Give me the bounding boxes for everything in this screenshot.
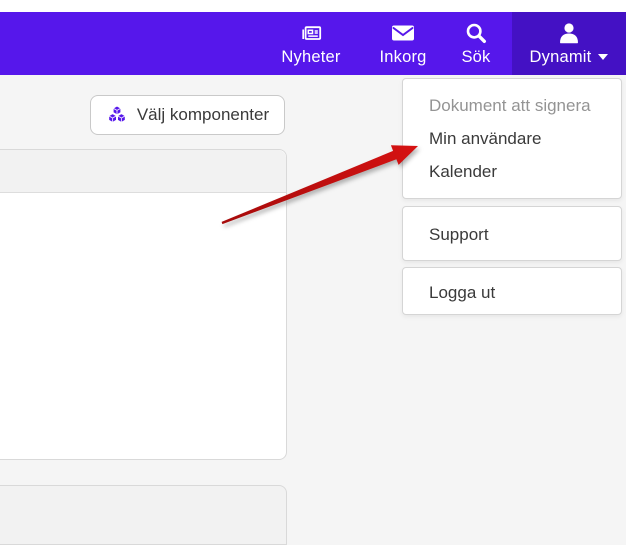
search-icon [465, 21, 487, 45]
nav-item-inkorg[interactable]: Inkorg [365, 12, 441, 75]
menu-item-dokument-att-signera[interactable]: Dokument att signera [403, 89, 621, 122]
menu-item-min-anvandare[interactable]: Min användare [403, 122, 621, 155]
cubes-icon [106, 105, 128, 125]
top-navbar: Nyheter Inkorg Sök Dynamit [0, 12, 626, 75]
user-icon [558, 21, 580, 45]
user-dropdown-menu-group-3: Logga ut [402, 267, 622, 315]
nav-item-dynamit-user-menu[interactable]: Dynamit [512, 12, 626, 75]
content-panel-lower-header [0, 485, 287, 545]
nav-label-nyheter: Nyheter [281, 49, 340, 66]
user-dropdown-menu: Dokument att signera Min användare Kalen… [402, 78, 622, 199]
chevron-down-icon [598, 54, 608, 60]
content-panel-header [0, 150, 286, 193]
nav-label-dynamit: Dynamit [530, 49, 592, 66]
envelope-icon [391, 21, 415, 45]
nav-item-nyheter[interactable]: Nyheter [269, 12, 353, 75]
app-page: { "navbar": { "items": [ {"label": "Nyhe… [0, 0, 626, 513]
content-panel [0, 149, 287, 460]
choose-components-button[interactable]: Välj komponenter [90, 95, 285, 135]
menu-item-support[interactable]: Support [403, 218, 621, 251]
nav-label-inkorg: Inkorg [379, 49, 426, 66]
newspaper-icon [299, 21, 323, 45]
menu-item-kalender[interactable]: Kalender [403, 155, 621, 188]
nav-label-sok: Sök [461, 49, 490, 66]
choose-components-label: Välj komponenter [137, 105, 269, 125]
nav-item-sok[interactable]: Sök [450, 12, 502, 75]
user-dropdown-menu-group-2: Support [402, 206, 622, 261]
menu-item-logga-ut[interactable]: Logga ut [403, 276, 621, 309]
top-white-strip [0, 0, 626, 12]
